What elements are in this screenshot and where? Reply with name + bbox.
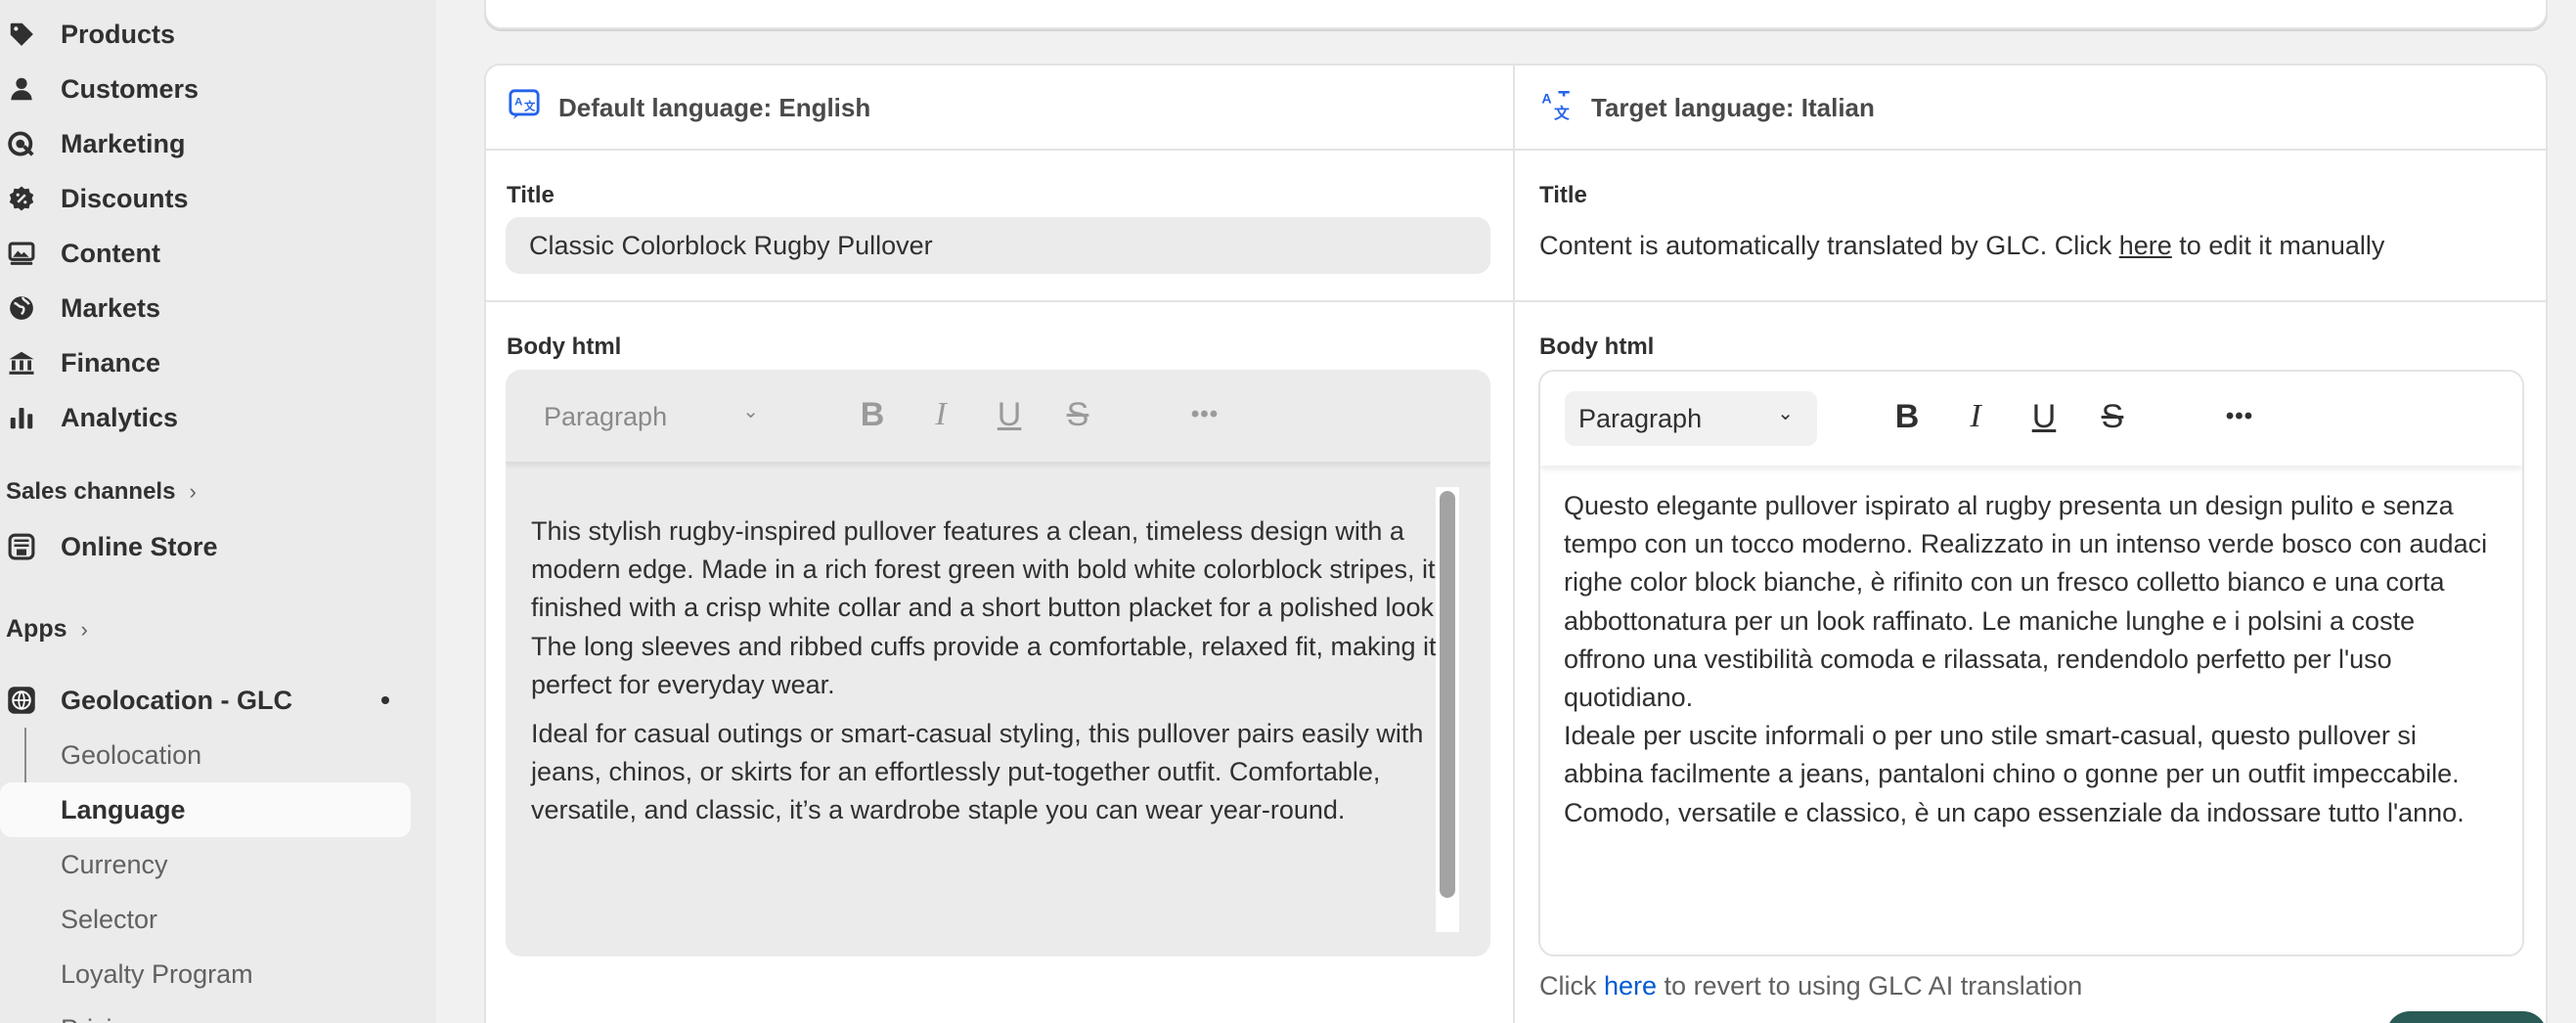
target-language-label: Target language: Italian	[1591, 93, 1875, 122]
revert-text-before: Click	[1539, 971, 1604, 1001]
sidebar-subitem-selector[interactable]: Selector	[0, 892, 411, 947]
person-icon	[6, 73, 37, 105]
sidebar-subitem-label: Geolocation	[61, 740, 202, 770]
target-icon	[6, 128, 37, 159]
paragraph-style-select: Paragraph ⌄	[530, 389, 782, 444]
globe-icon	[6, 292, 37, 324]
sidebar-item-label: Online Store	[61, 531, 218, 561]
source-body-label: Body html	[507, 334, 622, 360]
target-body-text[interactable]: Questo elegante pullover ispirato al rug…	[1564, 487, 2503, 832]
chevron-down-icon: ⌄	[742, 401, 759, 423]
paragraph-style-value: Paragraph	[1578, 403, 1703, 433]
bank-icon	[6, 347, 37, 378]
sidebar-item-label: Customers	[61, 73, 200, 104]
more-options-button[interactable]: •••	[2205, 395, 2274, 438]
save-button[interactable]	[2386, 1011, 2547, 1023]
revert-text-after: to revert to using GLC AI translation	[1657, 971, 2083, 1001]
app-logo-icon	[6, 685, 37, 716]
source-editor-toolbar: Paragraph ⌄ B I U S •••	[506, 370, 1490, 464]
sidebar-subitem-pricing[interactable]: Pricing	[0, 1001, 411, 1023]
store-icon	[6, 531, 37, 562]
sidebar-item-label: Finance	[61, 347, 161, 378]
tag-icon	[6, 19, 37, 50]
app-pin-indicator	[381, 696, 389, 704]
target-body-paragraph: Questo elegante pullover ispirato al rug…	[1564, 491, 2488, 713]
paragraph-style-select[interactable]: Paragraph ⌄	[1565, 391, 1817, 446]
sidebar-item-label: Content	[61, 238, 160, 268]
target-language-header: A文 Target language: Italian	[1540, 88, 1875, 128]
source-body-text: This stylish rugby-inspired pullover fea…	[531, 512, 1460, 830]
translate-icon: A文	[508, 88, 541, 128]
title-divider	[485, 300, 2547, 302]
sidebar-item-label: Geolocation - GLC	[61, 685, 293, 715]
target-body-paragraph: Ideale per uscite informali o per uno st…	[1564, 721, 2465, 827]
source-title-field[interactable]: Classic Colorblock Rugby Pullover	[506, 217, 1490, 274]
revert-translation-note: Click here to revert to using GLC AI tra…	[1539, 971, 2082, 1001]
sidebar-subitem-label: Language	[61, 795, 186, 824]
source-body-editor: Paragraph ⌄ B I U S ••• This stylish rug…	[506, 370, 1490, 956]
revert-link[interactable]: here	[1604, 971, 1657, 1001]
column-divider	[1513, 64, 1515, 1023]
sidebar-item-label: Products	[61, 19, 176, 49]
sidebar-item-label: Marketing	[61, 128, 186, 158]
svg-text:文: 文	[524, 100, 536, 113]
italic-button[interactable]: I	[1954, 395, 1997, 438]
paragraph-style-value: Paragraph	[544, 401, 668, 431]
svg-text:文: 文	[1554, 104, 1570, 121]
header-divider	[485, 149, 2547, 151]
svg-text:A: A	[514, 97, 522, 109]
sidebar-subitem-label: Currency	[61, 850, 168, 879]
scrollbar-thumb[interactable]	[1440, 491, 1455, 898]
auto-translation-note: Content is automatically translated by G…	[1539, 231, 2384, 261]
source-title-label: Title	[507, 182, 555, 208]
target-body-editor[interactable]: Paragraph ⌄ B I U S ••• Questo elegante …	[1538, 370, 2524, 956]
chevron-right-icon: ›	[189, 479, 197, 504]
source-title-value: Classic Colorblock Rugby Pullover	[529, 230, 933, 260]
source-body-paragraph: This stylish rugby-inspired pullover fea…	[531, 516, 1454, 699]
strikethrough-button: S	[1066, 395, 1089, 433]
underline-button[interactable]: U	[2022, 395, 2065, 438]
sidebar-subitem-label: Pricing	[61, 1014, 142, 1023]
source-body-paragraph: Ideal for casual outings or smart-casual…	[531, 719, 1424, 825]
sidebar-subitem-language[interactable]: Language	[0, 782, 411, 837]
sidebar-subitem-label: Loyalty Program	[61, 959, 253, 989]
sidebar-item-label: Discounts	[61, 183, 189, 213]
italic-button: I	[935, 396, 947, 432]
bold-button[interactable]: B	[1886, 395, 1929, 438]
language-icon: A文	[1540, 88, 1574, 128]
apps-heading[interactable]: Apps ›	[6, 615, 88, 644]
apps-label: Apps	[6, 615, 67, 643]
target-editor-toolbar: Paragraph ⌄ B I U S •••	[1540, 372, 2522, 466]
auto-note-text-before: Content is automatically translated by G…	[1539, 231, 2119, 260]
auto-note-text-after: to edit it manually	[2171, 231, 2385, 260]
default-language-header: A文 Default language: English	[508, 88, 870, 128]
bold-button: B	[860, 395, 885, 433]
sidebar-subitem-loyalty-program[interactable]: Loyalty Program	[0, 947, 411, 1001]
target-title-label: Title	[1539, 182, 1587, 208]
sidebar-item-label: Markets	[61, 292, 161, 323]
strikethrough-button[interactable]: S	[2091, 395, 2134, 438]
more-options-button: •••	[1190, 401, 1220, 427]
sidebar-subitem-label: Selector	[61, 905, 158, 934]
sidebar-subitem-currency[interactable]: Currency	[0, 837, 411, 892]
sidebar: Products Customers Marketing Discounts C…	[0, 0, 436, 1023]
sidebar-subitem-geolocation[interactable]: Geolocation	[0, 728, 411, 782]
discount-icon	[6, 183, 37, 214]
svg-text:A: A	[1541, 92, 1551, 108]
previous-card	[484, 0, 2548, 29]
sidebar-item-label: Analytics	[61, 402, 179, 432]
sales-channels-heading[interactable]: Sales channels ›	[6, 478, 197, 506]
chevron-down-icon: ⌄	[1777, 403, 1794, 424]
target-body-label: Body html	[1539, 334, 1655, 360]
bar-chart-icon	[6, 402, 37, 433]
default-language-label: Default language: English	[558, 93, 871, 122]
sales-channels-label: Sales channels	[6, 478, 176, 505]
edit-manually-link[interactable]: here	[2119, 231, 2172, 260]
image-icon	[6, 238, 37, 269]
chevron-right-icon: ›	[80, 616, 88, 642]
underline-button: U	[997, 395, 1022, 433]
